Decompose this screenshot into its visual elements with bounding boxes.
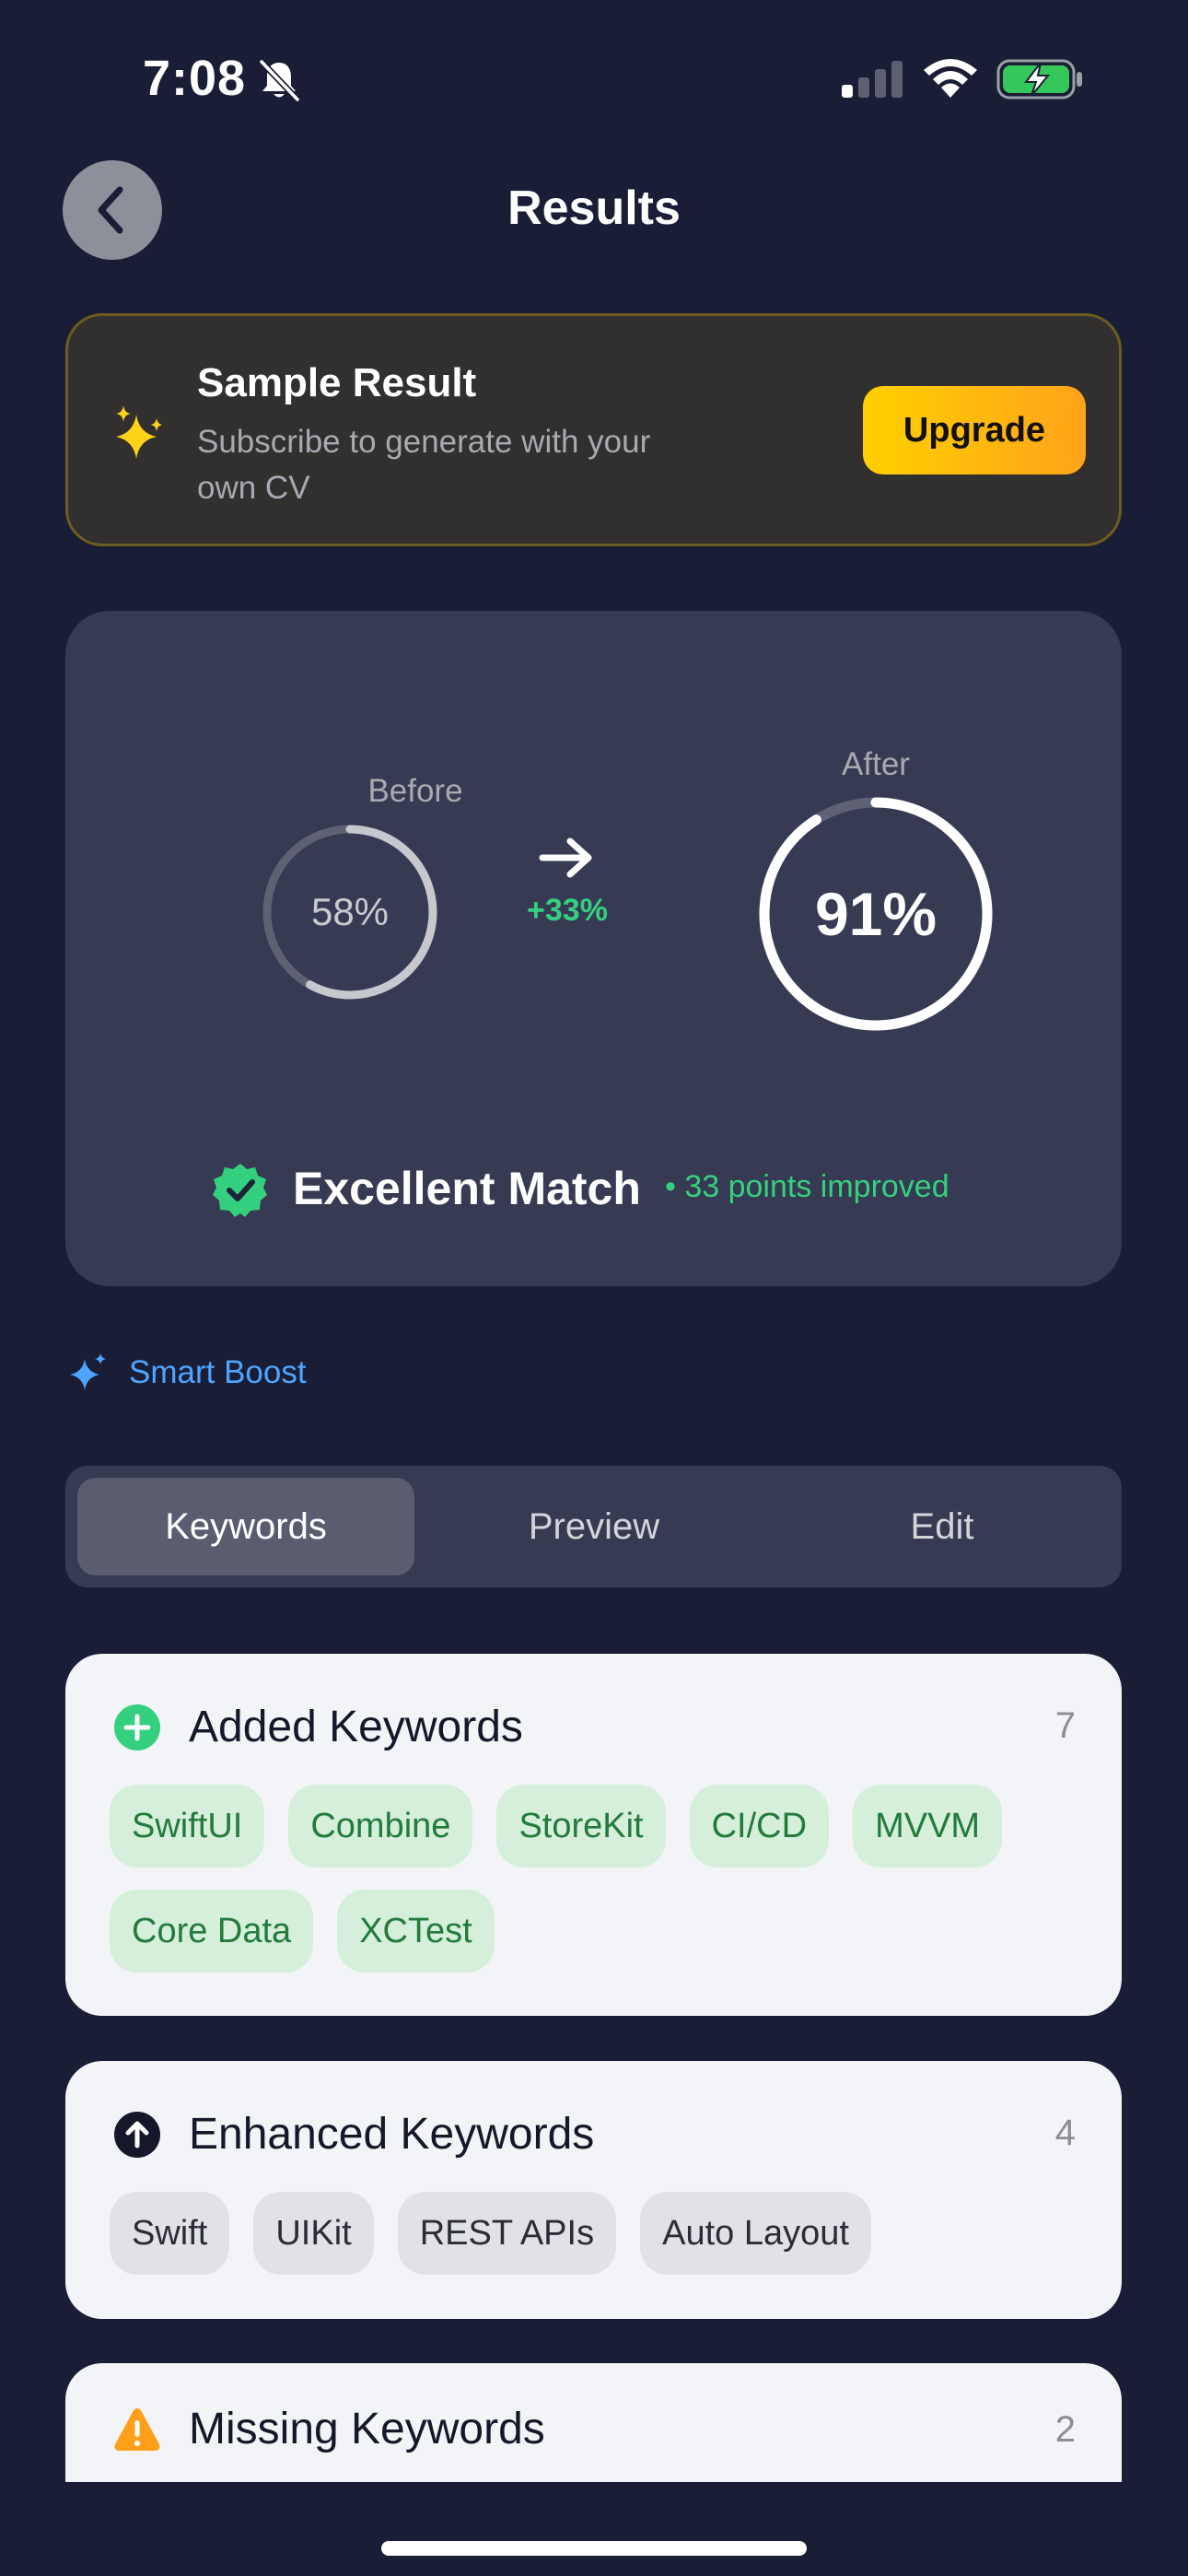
before-label: Before [367,773,463,809]
bottom-safe-area [0,2482,1188,2576]
page-title: Results [507,181,681,235]
after-score-value: 91% [814,880,938,948]
keyword-chip[interactable]: Combine [288,1785,473,1868]
enhanced-keywords-header: Enhanced Keywords [113,2109,594,2160]
match-label: Excellent Match [293,1163,641,1214]
enhanced-keywords-chips: Swift UIKit REST APIs Auto Layout [110,2192,1086,2275]
tab-keywords[interactable]: Keywords [77,1478,414,1575]
banner-subtitle: Subscribe to generate with your own CV [197,424,651,506]
points-improved-text: • 33 points improved [665,1169,949,1204]
added-keywords-header: Added Keywords [113,1702,523,1752]
tab-preview[interactable]: Preview [425,1478,763,1575]
enhanced-keywords-card: Enhanced Keywords 4 Swift UIKit REST API… [65,2061,1122,2319]
keyword-chip[interactable]: SwiftUI [110,1785,265,1868]
sparkles-icon [70,1353,106,1390]
verified-badge-icon [213,1164,267,1217]
keyword-chip[interactable]: UIKit [253,2192,374,2275]
keyword-chip[interactable]: Swift [110,2192,230,2275]
before-score-value: 58% [310,890,390,933]
bell-muted-icon [259,59,300,102]
added-keywords-chips: SwiftUI Combine StoreKit CI/CD MVVM Core… [110,1785,1086,1973]
keyword-chip[interactable]: MVVM [853,1785,1003,1868]
tab-segmented-control: Keywords Preview Edit [65,1466,1122,1587]
warning-triangle-icon [114,2407,160,2451]
keyword-chip[interactable]: XCTest [337,1890,495,1973]
keyword-chip[interactable]: StoreKit [496,1785,666,1868]
keyword-chip[interactable]: Core Data [110,1890,314,1973]
added-keywords-count: 7 [1054,1705,1076,1746]
arrow-up-circle-icon [114,2111,160,2158]
sample-result-banner: Sample Result Subscribe to generate with… [65,313,1122,546]
status-bar: 7:08 [0,0,1188,157]
sparkles-icon [116,405,162,459]
enhanced-keywords-title: Enhanced Keywords [189,2110,595,2159]
missing-keywords-count: 2 [1054,2409,1076,2450]
keyword-chip[interactable]: REST APIs [397,2192,617,2275]
missing-keywords-header: Missing Keywords [113,2404,545,2454]
battery-charging-icon [996,59,1082,100]
missing-keywords-title: Missing Keywords [189,2405,545,2453]
wifi-icon [924,59,977,98]
plus-circle-icon [114,1704,160,1751]
cellular-signal-icon [842,61,903,98]
added-keywords-card: Added Keywords 7 SwiftUI Combine StoreKi… [65,1654,1122,2016]
score-card: Before 58% +33% After 91% Excellent Matc… [65,611,1122,1286]
tab-edit[interactable]: Edit [774,1478,1111,1575]
keyword-chip[interactable]: CI/CD [689,1785,830,1868]
upgrade-button[interactable]: Upgrade [863,386,1086,474]
smart-boost-button[interactable]: Smart Boost [66,1352,307,1394]
home-indicator[interactable] [381,2541,807,2556]
enhanced-keywords-count: 4 [1054,2113,1076,2153]
banner-title: Sample Result [197,360,477,405]
status-time: 7:08 [143,51,247,106]
score-delta: +33% [527,893,608,928]
smart-boost-label: Smart Boost [129,1354,307,1390]
after-label: After [842,746,910,782]
keyword-chip[interactable]: Auto Layout [640,2192,871,2275]
arrow-right-icon [539,837,592,878]
added-keywords-title: Added Keywords [189,1703,523,1751]
